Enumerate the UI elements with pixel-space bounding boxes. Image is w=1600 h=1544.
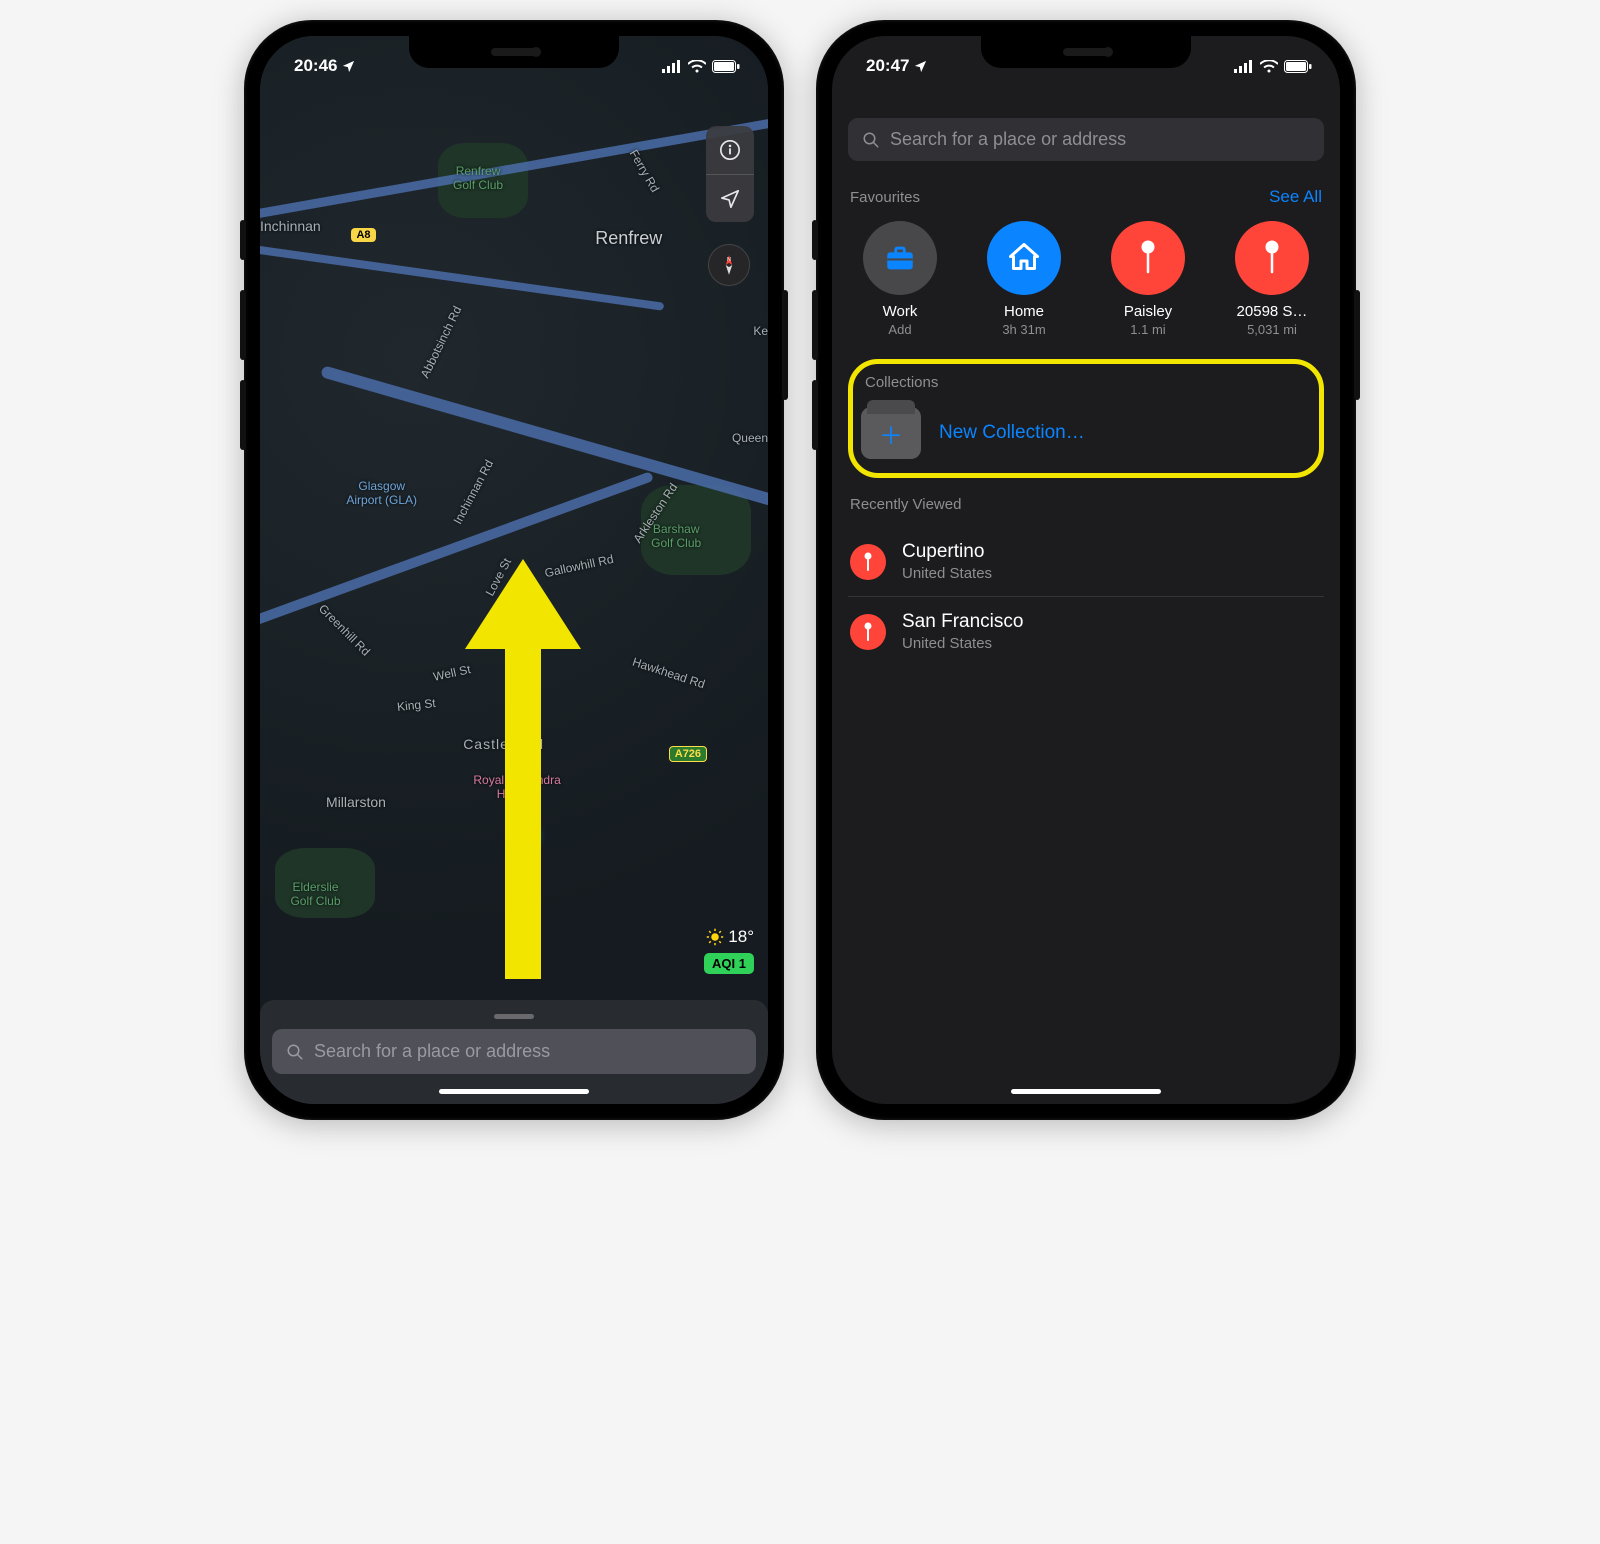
- pin-icon: [1235, 221, 1309, 295]
- label-inchinnan-rd: Inchinnan Rd: [450, 457, 496, 526]
- phone-right: 20:47 Search for a place or address Favo…: [816, 20, 1356, 1120]
- search-field[interactable]: Search for a place or address: [272, 1029, 756, 1074]
- recent-title: Recently Viewed: [850, 496, 961, 513]
- city-label-millarston: Millarston: [326, 794, 386, 810]
- temperature-value: 18°: [728, 927, 754, 947]
- home-indicator[interactable]: [439, 1089, 589, 1094]
- device-notch: [981, 36, 1191, 68]
- aqi-badge: AQI 1: [704, 953, 754, 974]
- sun-icon: [706, 928, 724, 946]
- search-panel-screen[interactable]: 20:47 Search for a place or address Favo…: [832, 36, 1340, 1104]
- device-notch: [409, 36, 619, 68]
- user-location-dot: [519, 826, 539, 846]
- locate-me-button[interactable]: [706, 174, 754, 222]
- home-icon: [987, 221, 1061, 295]
- location-indicator-icon: [341, 59, 356, 74]
- sheet-grabber[interactable]: [494, 1014, 534, 1019]
- search-placeholder: Search for a place or address: [314, 1041, 550, 1062]
- collection-stack-icon: ＋: [861, 407, 921, 459]
- cellular-icon: [662, 60, 682, 73]
- city-label-inchinnan: Inchinnan: [260, 218, 321, 234]
- info-button[interactable]: [706, 126, 754, 174]
- road-shield-a726: A726: [669, 746, 707, 762]
- label-hawkhead: Hawkhead Rd: [631, 655, 707, 692]
- label-king-st: King St: [397, 696, 437, 714]
- pin-icon: [850, 614, 886, 650]
- search-icon: [862, 131, 880, 149]
- battery-icon: [712, 60, 740, 73]
- maps-screen[interactable]: 20:46 A8 A726 Paisley Renfrew Inchinnan …: [260, 36, 768, 1104]
- home-indicator[interactable]: [1011, 1089, 1161, 1094]
- poi-barshaw-golf[interactable]: Barshaw Golf Club: [651, 522, 701, 550]
- label-castlehead: Castlehead: [463, 736, 544, 752]
- collections-highlight: Collections ＋ New Collection…: [848, 359, 1324, 478]
- location-indicator-icon: [913, 59, 928, 74]
- favourite-home[interactable]: Home 3h 31m: [972, 221, 1076, 337]
- road-shield-a8: A8: [351, 228, 375, 242]
- city-label-renfrew: Renfrew: [595, 228, 662, 249]
- see-all-button[interactable]: See All: [1269, 187, 1322, 207]
- label-well-st: Well St: [432, 662, 472, 684]
- poi-elderslie-golf[interactable]: Elderslie Golf Club: [290, 880, 340, 908]
- battery-icon: [1284, 60, 1312, 73]
- city-label-paisley: Paisley: [509, 623, 567, 644]
- map-view[interactable]: A8 A726 Paisley Renfrew Inchinnan Millar…: [260, 36, 768, 1104]
- poi-royal-hospi[interactable]: Royal Alexandra Hospi...: [473, 773, 560, 801]
- weather-widget[interactable]: 18° AQI 1: [704, 927, 754, 974]
- favourite-paisley[interactable]: Paisley 1.1 mi: [1096, 221, 1200, 337]
- recent-item-cupertino[interactable]: Cupertino United States: [848, 527, 1324, 597]
- plus-icon: ＋: [879, 416, 903, 451]
- label-greenhill: Greenhill Rd: [316, 602, 373, 659]
- label-queen: Queen: [732, 431, 768, 445]
- favourites-title: Favourites: [850, 189, 920, 206]
- recent-item-san-francisco[interactable]: San Francisco United States: [848, 597, 1324, 666]
- search-field[interactable]: Search for a place or address: [848, 118, 1324, 161]
- compass-button[interactable]: N: [708, 244, 750, 286]
- map-controls: [706, 126, 754, 222]
- briefcase-icon: [863, 221, 937, 295]
- status-time: 20:47: [866, 56, 909, 76]
- cellular-icon: [1234, 60, 1254, 73]
- label-love-st: Love St: [483, 556, 514, 599]
- wifi-icon: [1260, 60, 1278, 73]
- search-placeholder: Search for a place or address: [890, 129, 1126, 150]
- svg-text:N: N: [727, 257, 731, 263]
- pin-icon: [1111, 221, 1185, 295]
- label-ferry-rd: Ferry Rd: [626, 147, 661, 194]
- poi-renfrew-golf[interactable]: Renfrew Golf Club: [453, 164, 503, 192]
- phone-left: 20:46 A8 A726 Paisley Renfrew Inchinnan …: [244, 20, 784, 1120]
- pin-icon: [850, 544, 886, 580]
- search-icon: [286, 1043, 304, 1061]
- new-collection-button[interactable]: ＋ New Collection…: [859, 403, 1313, 463]
- label-ke: Ke: [753, 324, 768, 338]
- new-collection-label: New Collection…: [939, 422, 1085, 444]
- favourite-work[interactable]: Work Add: [848, 221, 952, 337]
- poi-glasgow-airport[interactable]: Glasgow Airport (GLA): [346, 479, 417, 507]
- collections-title: Collections: [859, 370, 1313, 403]
- label-gallowhill: Gallowhill Rd: [544, 552, 615, 580]
- status-time: 20:46: [294, 56, 337, 76]
- favourite-20598s[interactable]: 20598 S… 5,031 mi: [1220, 221, 1324, 337]
- label-abbotsinch: Abbotsinch Rd: [418, 304, 465, 380]
- favourites-row: Work Add Home 3h 31m Paisley 1.1 mi: [848, 221, 1324, 345]
- wifi-icon: [688, 60, 706, 73]
